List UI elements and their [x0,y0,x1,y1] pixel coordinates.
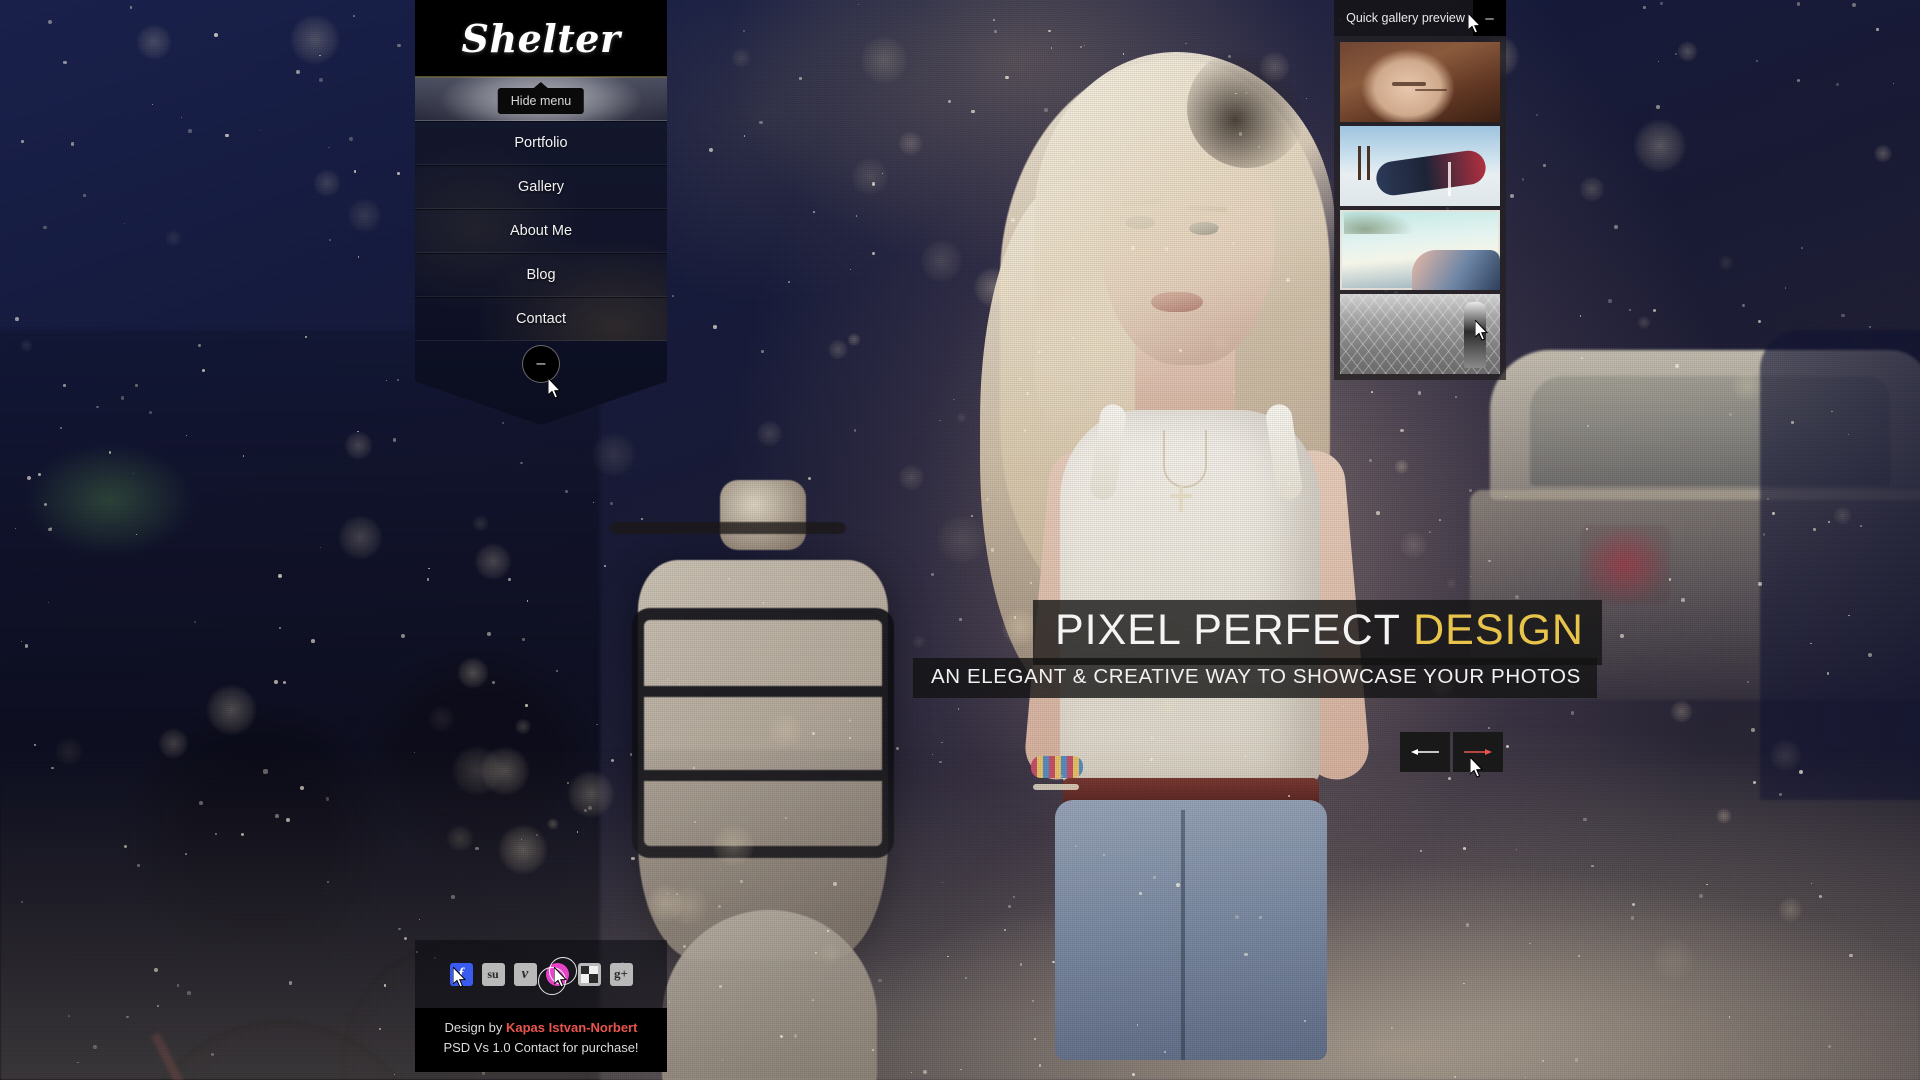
site-logo[interactable]: Shelter [415,0,667,77]
gallery-header: Quick gallery preview – [1334,0,1506,36]
dribbble-icon[interactable] [537,956,577,995]
footer-panel: f su v g+ Design by Kapas Istvan-Norbert PS… [415,940,667,1073]
menu-tail: – [415,341,667,425]
nav-item-label: Blog [526,267,556,283]
page-stage: Shelter HomePortfolioGalleryAbout MeBlog… [0,0,1920,1080]
delicious-icon[interactable] [577,962,601,986]
brand-name: Shelter [461,15,621,61]
delicious-squares [580,965,598,983]
arrow-right-icon [1464,749,1492,755]
social-links-bar: f su v g+ [415,940,667,1008]
nav-item-about-me[interactable]: About Me [415,209,667,253]
thumb-sky-meadow[interactable] [1340,210,1500,290]
social-glyph: su [487,966,499,981]
slide-title-main: PIXEL PERFECT [1055,606,1414,654]
minus-icon: – [1485,9,1494,27]
nav-item-label: Portfolio [514,135,568,151]
nav-item-label: Gallery [518,179,564,195]
nav-item-contact[interactable]: Contact [415,297,667,341]
background-cobblestone-road [0,750,1920,1080]
slide-subtitle: AN ELEGANT & CREATIVE WAY TO SHOWCASE YO… [913,658,1597,698]
slider-navigation [1400,732,1503,772]
main-menu-panel: Shelter HomePortfolioGalleryAbout MeBlog… [415,0,667,425]
background-parked-car [1460,330,1920,800]
hide-gallery-button[interactable]: – [1473,0,1506,36]
hide-menu-tooltip: Hide menu [497,88,585,114]
quick-gallery-panel: Quick gallery preview – Hide gallery [1334,0,1506,380]
social-glyph: f [458,965,464,982]
main-nav-list: HomePortfolioGalleryAbout MeBlogContact [415,77,667,341]
version-line: PSD Vs 1.0 Contact for purchase! [443,1040,639,1056]
nav-item-label: Contact [516,311,566,327]
gallery-thumbnail-list: Hide gallery [1334,36,1506,380]
googleplus-icon[interactable]: g+ [609,962,633,986]
nav-item-blog[interactable]: Blog [415,253,667,297]
gallery-title: Quick gallery preview [1346,11,1465,25]
footer-credit: Design by Kapas Istvan-Norbert PSD Vs 1.… [415,1008,667,1073]
thumb-snow-skier[interactable] [1340,126,1500,206]
nav-item-label: About Me [509,223,573,239]
credit-author[interactable]: Kapas Istvan-Norbert [506,1020,637,1035]
prev-slide-button[interactable] [1400,732,1450,772]
next-slide-button[interactable] [1453,732,1503,772]
hide-menu-button[interactable]: – [522,345,560,383]
nav-item-gallery[interactable]: Gallery [415,165,667,209]
social-glyph: v [521,965,529,982]
slide-title: PIXEL PERFECT DESIGN [1033,600,1602,665]
stumbleupon-icon[interactable]: su [481,962,505,986]
thumb-redhead-portrait[interactable] [1340,42,1500,122]
facebook-icon[interactable]: f [449,962,473,986]
thumb-urban-bw[interactable] [1340,294,1500,374]
slide-title-accent: DESIGN [1413,606,1584,654]
nav-item-portfolio[interactable]: Portfolio [415,121,667,165]
credit-prefix: Design by [444,1020,506,1035]
social-glyph: g+ [614,966,628,981]
vimeo-icon[interactable]: v [513,962,537,986]
minus-icon: – [536,355,546,372]
arrow-left-icon [1411,749,1439,755]
